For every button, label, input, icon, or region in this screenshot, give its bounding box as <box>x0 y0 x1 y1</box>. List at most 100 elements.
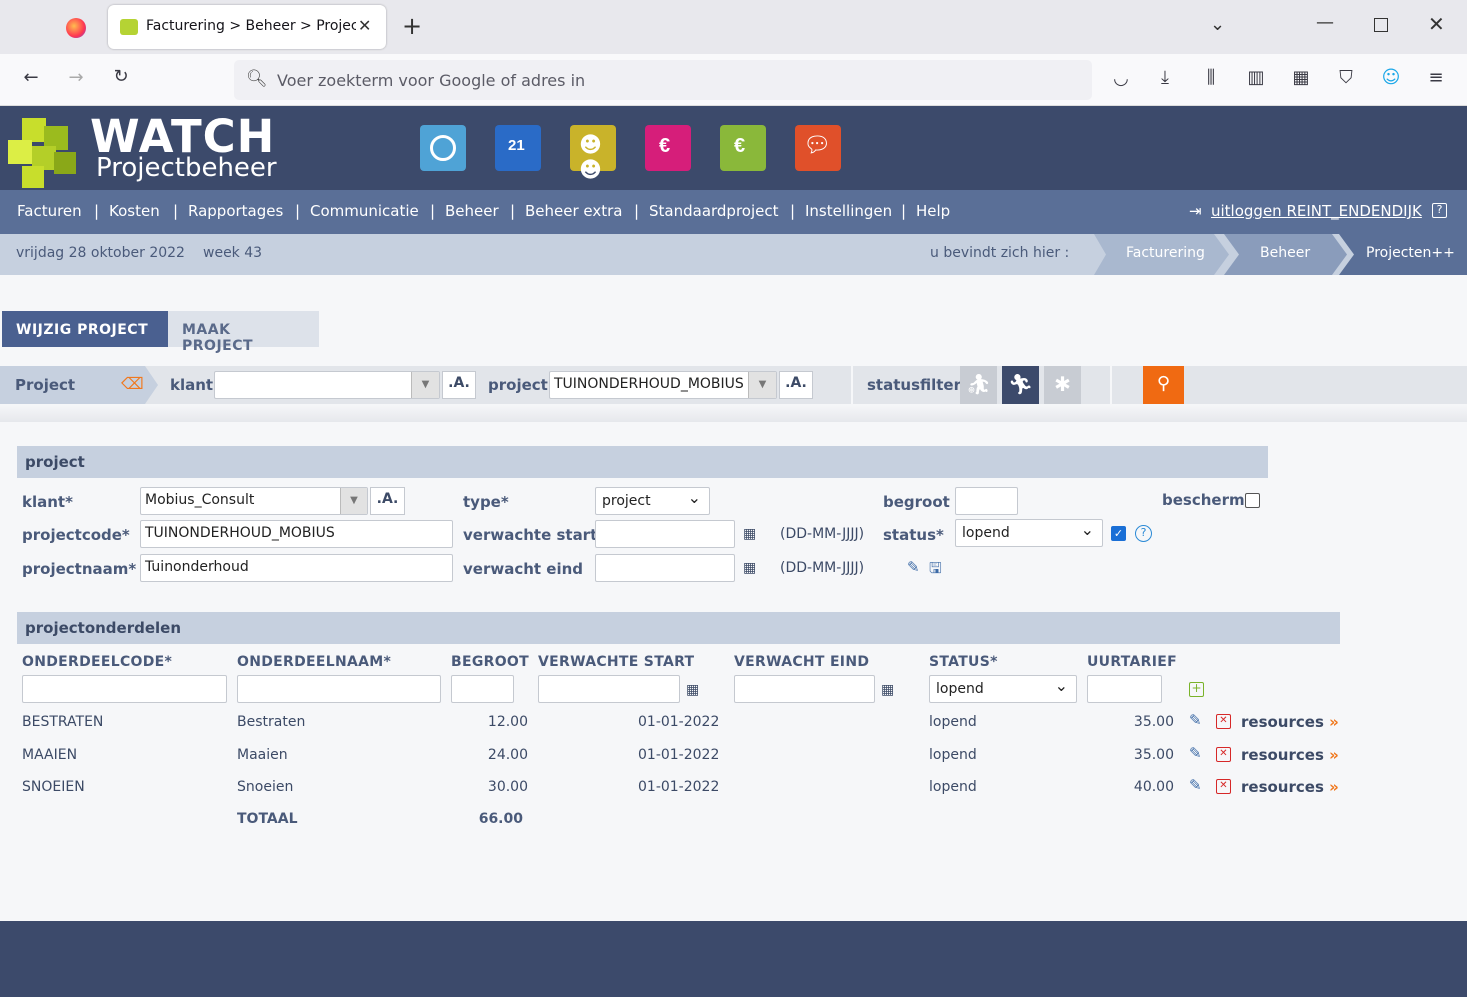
costs-app-icon[interactable]: € <box>720 125 766 171</box>
resources-link[interactable]: resources » <box>1241 778 1339 796</box>
menu-item-communicatie[interactable]: Communicatie <box>310 202 419 220</box>
calendar-icon[interactable]: ▦ <box>686 682 699 698</box>
tab-wijzig-project[interactable]: WIJZIG PROJECT <box>2 311 168 347</box>
calendar-app-icon[interactable]: 21 <box>495 125 541 171</box>
status-inactive-icon[interactable]: ⛹︎ <box>960 366 997 404</box>
ghost-icon[interactable]: ☺ <box>1377 67 1405 88</box>
search-icon: 🔍︎ <box>246 69 268 89</box>
project-filter-a-button[interactable]: .A. <box>779 371 813 399</box>
communication-app-icon[interactable]: 💬︎ <box>795 125 841 171</box>
row-tarief: 40.00 <box>1133 779 1174 795</box>
start-date-format: (DD-MM-JJJJ) <box>780 526 865 542</box>
project-filter-label: project <box>488 376 548 394</box>
delete-icon[interactable]: ✕ <box>1216 747 1231 762</box>
firefox-icon[interactable] <box>66 18 86 38</box>
menu-item-help[interactable]: Help <box>916 202 950 220</box>
back-icon[interactable]: ← <box>17 67 45 88</box>
klant-a-button[interactable]: .A. <box>370 487 405 515</box>
new-start-input[interactable] <box>538 675 680 703</box>
row-begroot: 30.00 <box>487 779 528 795</box>
tab-list-icon[interactable]: ⌄ <box>1210 14 1225 35</box>
klant-filter-dropdown[interactable]: ▼ <box>411 372 439 398</box>
browser-tab[interactable]: Facturering > Beheer > Projecten++ ✕ <box>108 5 386 49</box>
tab-maak-project[interactable]: MAAK PROJECT <box>168 311 319 354</box>
begroot-input[interactable] <box>955 487 1018 515</box>
calendar-icon[interactable]: ▦ <box>743 560 756 576</box>
breadcrumb-beheer[interactable]: Beheer <box>1260 245 1310 261</box>
search-button[interactable]: ⚲ <box>1143 366 1184 404</box>
status-select[interactable]: lopend <box>955 519 1103 547</box>
menu-item-instellingen[interactable]: Instellingen <box>805 202 892 220</box>
projectcode-label: projectcode* <box>22 526 130 544</box>
edit-icon[interactable]: ✎ <box>1189 711 1202 729</box>
eraser-icon[interactable]: ⌫ <box>121 374 144 393</box>
klant-dropdown[interactable]: ▼ <box>340 488 367 514</box>
project-filter-input[interactable]: TUINONDERHOUD_MOBIUS <box>549 371 777 399</box>
reload-icon[interactable]: ↻ <box>107 66 135 87</box>
ublock-icon[interactable]: ⛉ <box>1332 67 1360 88</box>
calendar-icon[interactable]: ▦ <box>743 526 756 542</box>
status-done-icon[interactable]: ✱ <box>1044 366 1081 404</box>
new-tab-icon[interactable]: + <box>402 12 422 40</box>
sidebar-icon[interactable]: ▥ <box>1242 67 1270 88</box>
logout-link[interactable]: uitloggen REINT_ENDENDIJK <box>1211 202 1422 220</box>
close-tab-icon[interactable]: ✕ <box>358 16 371 35</box>
row-tarief: 35.00 <box>1133 714 1174 730</box>
klant-input[interactable]: Mobius_Consult <box>140 487 368 515</box>
maximize-icon[interactable] <box>1374 18 1388 32</box>
new-status-select[interactable]: lopend <box>929 675 1077 703</box>
verwachte-start-input[interactable] <box>595 520 735 548</box>
new-tarief-input[interactable] <box>1087 675 1162 703</box>
breadcrumb-facturering[interactable]: Facturering <box>1126 245 1205 261</box>
project-filter-dropdown[interactable]: ▼ <box>748 372 776 398</box>
delete-icon[interactable]: ✕ <box>1216 714 1231 729</box>
help-icon[interactable]: ? <box>1432 203 1447 218</box>
menu-icon[interactable]: ≡ <box>1422 67 1450 88</box>
klant-filter-a-button[interactable]: .A. <box>442 371 476 399</box>
projectnaam-input[interactable]: Tuinonderhoud <box>140 554 453 582</box>
save-icon[interactable]: 🖫︎ <box>929 558 942 583</box>
close-window-icon[interactable]: ✕ <box>1428 12 1445 36</box>
menu-item-kosten[interactable]: Kosten <box>109 202 160 220</box>
download-icon[interactable]: ⤓ <box>1151 67 1179 88</box>
calendar-icon[interactable]: ▦ <box>881 682 894 698</box>
new-name-input[interactable] <box>237 675 441 703</box>
menu-item-beheer-extra[interactable]: Beheer extra <box>525 202 623 220</box>
current-date: vrijdag 28 oktober 2022 <box>16 245 185 261</box>
new-begroot-input[interactable] <box>451 675 514 703</box>
new-code-input[interactable] <box>22 675 227 703</box>
qr-icon[interactable]: ▦ <box>1287 67 1315 88</box>
status-checkbox[interactable]: ✓ <box>1111 526 1126 541</box>
forward-icon[interactable]: → <box>62 67 90 88</box>
status-running-icon[interactable]: 🏃︎ <box>1002 366 1039 404</box>
pocket-icon[interactable]: ◡ <box>1107 68 1135 89</box>
type-select[interactable]: project <box>595 487 710 515</box>
klant-filter-input[interactable] <box>214 371 440 399</box>
minimize-icon[interactable]: — <box>1316 12 1334 33</box>
new-end-input[interactable] <box>734 675 875 703</box>
add-row-icon[interactable]: + <box>1189 682 1204 697</box>
resources-link[interactable]: resources » <box>1241 746 1339 764</box>
app-header: WATCH Projectbeheer 21 ☻☻ € € 💬︎ <box>0 106 1467 190</box>
logout-icon[interactable]: ⇥ <box>1189 202 1202 220</box>
status-help-icon[interactable]: ? <box>1135 525 1152 542</box>
bescherm-checkbox[interactable] <box>1245 493 1260 508</box>
relations-app-icon[interactable]: ☻☻ <box>570 125 616 183</box>
menu-item-standaardproject[interactable]: Standaardproject <box>649 202 779 220</box>
delete-icon[interactable]: ✕ <box>1216 779 1231 794</box>
menu-item-beheer[interactable]: Beheer <box>445 202 499 220</box>
time-app-icon[interactable] <box>420 125 466 171</box>
edit-icon[interactable]: ✎ <box>1189 744 1202 762</box>
verwacht-eind-input[interactable] <box>595 554 735 582</box>
invoices-app-icon[interactable]: € <box>645 125 691 171</box>
url-bar[interactable]: 🔍︎ Voer zoekterm voor Google of adres in <box>234 60 1092 100</box>
menu-item-rapportages[interactable]: Rapportages <box>188 202 283 220</box>
edit-icon[interactable]: ✎ <box>1189 776 1202 794</box>
resources-link[interactable]: resources » <box>1241 713 1339 731</box>
edit-icon[interactable]: ✎ <box>907 558 920 576</box>
projectcode-input[interactable]: TUINONDERHOUD_MOBIUS <box>140 520 453 548</box>
page-footer <box>0 921 1467 997</box>
breadcrumb-projecten[interactable]: Projecten++ <box>1366 245 1455 261</box>
menu-item-facturen[interactable]: Facturen <box>17 202 82 220</box>
library-icon[interactable]: ⫼ <box>1197 67 1225 88</box>
